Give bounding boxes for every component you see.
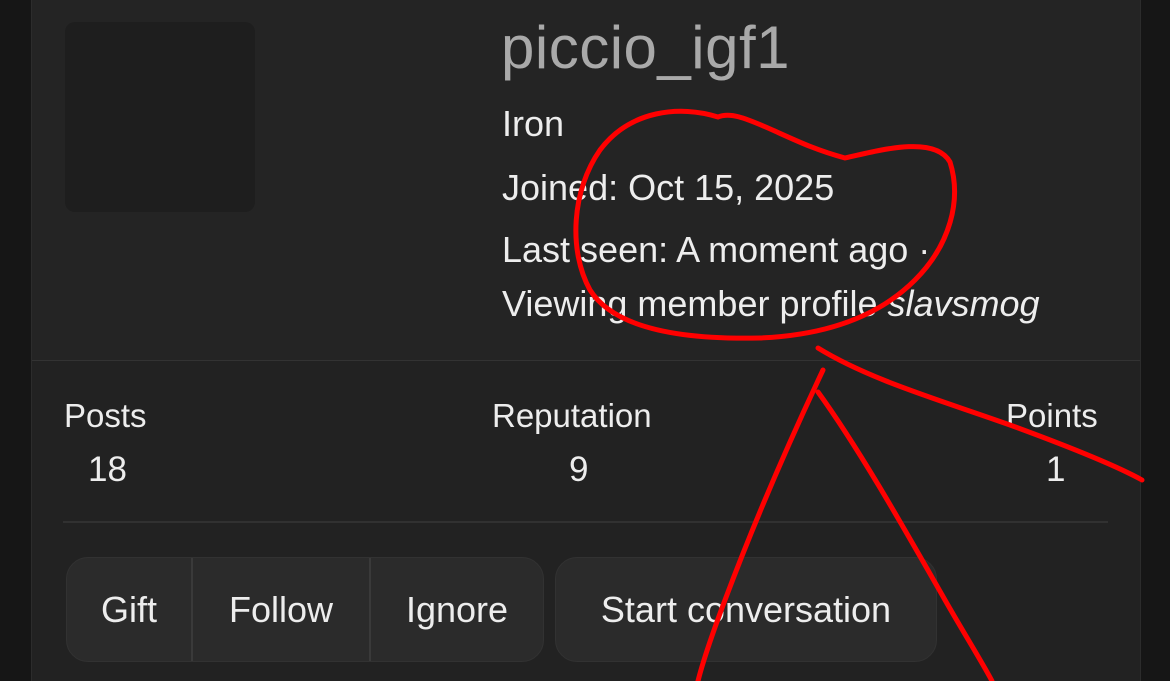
posts-label: Posts xyxy=(64,397,147,434)
stats-divider xyxy=(63,521,1108,523)
follow-button[interactable]: Follow xyxy=(191,558,369,661)
user-rank: Iron xyxy=(502,103,565,144)
last-seen: Last seen: A moment ago · xyxy=(502,229,931,270)
joined-date: Joined: Oct 15, 2025 xyxy=(502,167,835,208)
reputation-label: Reputation xyxy=(492,397,652,434)
current-activity: Viewing member profile slavsmog xyxy=(502,286,1040,322)
ignore-button[interactable]: Ignore xyxy=(369,558,543,661)
posts-count[interactable]: 18 xyxy=(88,452,127,487)
reputation-count[interactable]: 9 xyxy=(569,452,588,487)
points-count[interactable]: 1 xyxy=(1046,452,1065,487)
action-button-group: Gift Follow Ignore xyxy=(66,557,544,662)
profile-card: piccio_igf1 Iron Joined: Oct 15, 2025 La… xyxy=(31,0,1141,681)
activity-target-link[interactable]: slavsmog xyxy=(888,283,1040,324)
start-conversation-button[interactable]: Start conversation xyxy=(555,557,937,662)
gift-button[interactable]: Gift xyxy=(67,558,191,661)
points-label: Points xyxy=(1006,397,1098,434)
avatar[interactable] xyxy=(65,22,255,212)
profile-username: piccio_igf1 xyxy=(501,14,791,81)
activity-text: Viewing member profile xyxy=(502,283,888,324)
